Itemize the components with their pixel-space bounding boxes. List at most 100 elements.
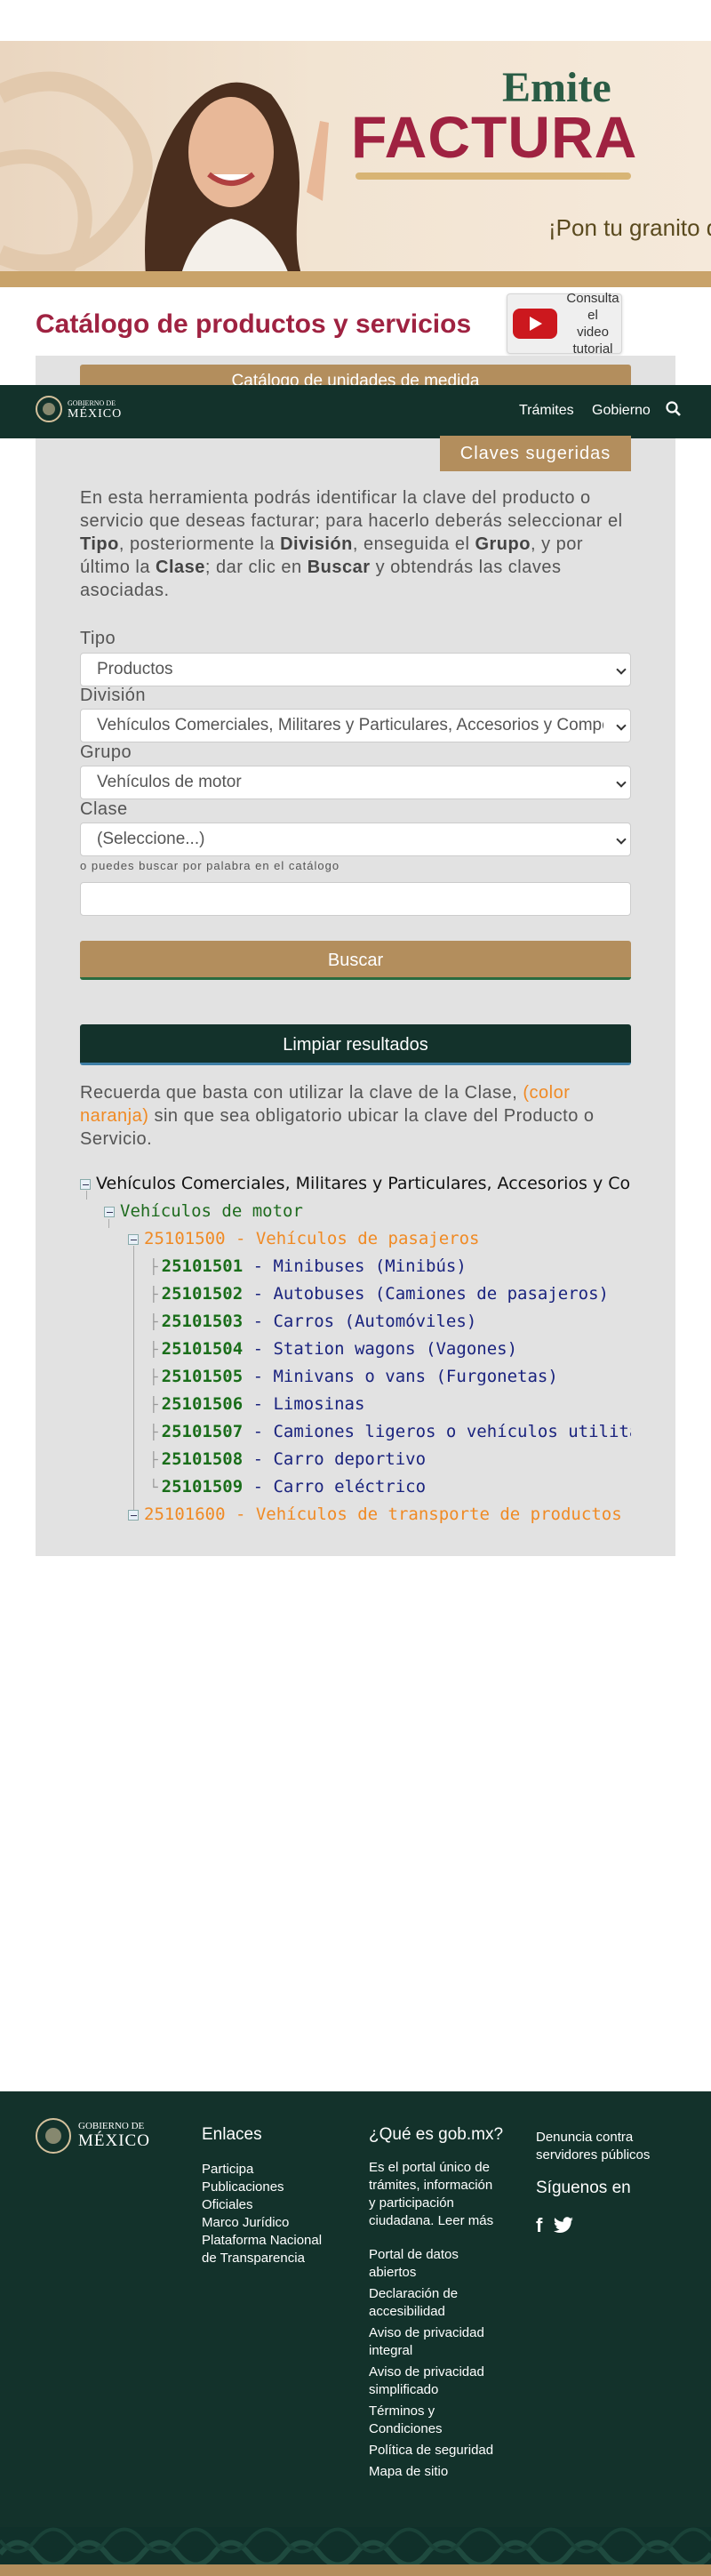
footer-enlaces: Enlaces Participa Publicaciones Oficiale… <box>202 2125 344 2267</box>
tree-item[interactable]: ├ 25101503 - Carros (Automóviles) <box>149 1312 476 1331</box>
search-icon[interactable] <box>665 400 683 418</box>
footer-link[interactable]: Portal de datos <box>369 2246 520 2264</box>
footer-decorative-pattern <box>0 2527 711 2564</box>
footer-link[interactable]: Declaración de <box>369 2285 520 2303</box>
footer-link[interactable]: Aviso de privacidad <box>369 2363 520 2381</box>
tipo-select[interactable]: Productos <box>80 653 631 686</box>
expand-node-icon[interactable] <box>128 1509 139 1521</box>
video-tutorial-button[interactable]: Consulta el video tutorial <box>507 291 622 357</box>
division-label: División <box>80 686 147 705</box>
facebook-icon[interactable]: f <box>536 2214 542 2237</box>
grupo-label: Grupo <box>80 742 132 762</box>
tree-item-desc: - Minivans o vans (Furgonetas) <box>243 1367 558 1386</box>
nav-link-gobierno[interactable]: Gobierno <box>592 403 651 419</box>
division-select[interactable]: Vehículos Comerciales, Militares y Parti… <box>80 709 631 742</box>
footer-logo-small: GOBIERNO DE <box>78 2121 145 2131</box>
footer-text: Es el portal único de <box>369 2160 490 2175</box>
tree-item-code: 25101502 <box>161 1284 244 1304</box>
intro-text: En esta herramienta podrás identificar l… <box>80 486 631 602</box>
recuerda-part: sin que sea obligatorio ubicar la clave … <box>80 1106 595 1149</box>
search-input[interactable] <box>80 882 631 916</box>
footer-link[interactable]: Términos y <box>369 2403 520 2420</box>
footer-denuncia-link[interactable]: servidores públicos <box>536 2147 687 2164</box>
gob-mx-logo[interactable]: GOBIERNO DE MÉXICO <box>36 396 122 422</box>
tree-item-code: 25101501 <box>161 1256 244 1276</box>
tree-division-node[interactable]: Vehículos Comerciales, Militares y Parti… <box>80 1174 631 1193</box>
tree-item[interactable]: ├ 25101502 - Autobuses (Camiones de pasaj… <box>149 1284 609 1304</box>
search-hint: o puedes buscar por palabra en el catálo… <box>80 859 340 872</box>
tree-branch-icon: ├ <box>149 1258 158 1275</box>
footer-link[interactable]: Oficiales <box>202 2196 344 2214</box>
collapse-node-icon[interactable] <box>128 1233 139 1245</box>
mexico-seal-icon <box>36 2118 71 2154</box>
tree-item[interactable]: └ 25101509 - Carro eléctrico <box>149 1477 426 1497</box>
tree-item-desc: - Minibuses (Minibús) <box>243 1256 467 1276</box>
footer-link[interactable]: simplificado <box>369 2381 520 2399</box>
intro-part: , enseguida el <box>352 534 475 554</box>
footer-link[interactable]: Mapa de sitio <box>369 2463 520 2481</box>
clase-select[interactable]: (Seleccione...) <box>80 823 631 856</box>
footer-link[interactable]: Publicaciones <box>202 2179 344 2196</box>
intro-part: ; dar clic en <box>204 558 308 577</box>
tree-connector <box>133 1246 134 1513</box>
tree-branch-icon: ├ <box>149 1368 158 1385</box>
intro-bold-division: División <box>280 534 353 554</box>
tree-clase-label: 25101500 - Vehículos de pasajeros <box>144 1229 480 1248</box>
tree-item[interactable]: ├ 25101504 - Station wagons (Vagones) <box>149 1339 517 1359</box>
tree-item[interactable]: ├ 25101508 - Carro deportivo <box>149 1449 426 1469</box>
footer-link[interactable]: Plataforma Nacional <box>202 2232 344 2250</box>
footer-link[interactable]: accesibilidad <box>369 2303 520 2321</box>
social-links: f <box>536 2214 574 2237</box>
tree-grupo-node[interactable]: Vehículos de motor <box>104 1201 303 1221</box>
intro-part: , posteriormente la <box>118 534 281 554</box>
intro-bold-grupo: Grupo <box>475 534 531 554</box>
collapse-node-icon[interactable] <box>104 1206 115 1217</box>
twitter-icon[interactable] <box>553 2217 574 2235</box>
tree-clase-node[interactable]: 25101500 - Vehículos de pasajeros <box>128 1229 480 1248</box>
footer-link[interactable]: de Transparencia <box>202 2250 344 2267</box>
footer-text: y participación <box>369 2195 454 2211</box>
banner-woman-image <box>145 82 329 287</box>
footer-gob-mx-logo[interactable]: GOBIERNO DE MÉXICO <box>36 2118 150 2154</box>
intro-bold-tipo: Tipo <box>80 534 119 554</box>
footer-text: trámites, información <box>369 2178 493 2193</box>
footer-siguenos: Síguenos en <box>536 2179 631 2197</box>
footer-denuncia-link[interactable]: Denuncia contra <box>536 2129 687 2147</box>
claves-sugeridas-button[interactable]: Claves sugeridas <box>440 436 631 471</box>
tree-item-code: 25101505 <box>161 1367 244 1386</box>
clase-select-value: (Seleccione...) <box>97 830 205 848</box>
chevron-down-icon <box>616 777 627 788</box>
footer-link[interactable]: Aviso de privacidad <box>369 2324 520 2342</box>
chevron-down-icon <box>616 664 627 675</box>
tree-item[interactable]: ├ 25101501 - Minibuses (Minibús) <box>149 1256 467 1276</box>
tree-clase-node[interactable]: 25101600 - Vehículos de transporte de pr… <box>128 1505 631 1524</box>
tree-item[interactable]: ├ 25101505 - Minivans o vans (Furgonetas) <box>149 1367 558 1386</box>
tree-branch-icon: ├ <box>149 1313 158 1330</box>
footer-denuncia: Denuncia contra servidores públicos Sígu… <box>536 2129 687 2198</box>
footer-link[interactable]: abiertos <box>369 2264 520 2282</box>
buscar-button[interactable]: Buscar <box>80 941 631 980</box>
limpiar-resultados-button[interactable]: Limpiar resultados <box>80 1024 631 1065</box>
collapse-node-icon[interactable] <box>80 1178 91 1190</box>
division-select-value: Vehículos Comerciales, Militares y Parti… <box>97 716 603 734</box>
footer-link[interactable]: integral <box>369 2342 520 2360</box>
tree-item-desc: - Carro deportivo <box>243 1449 427 1469</box>
tree-item[interactable]: ├ 25101506 - Limosinas <box>149 1394 364 1414</box>
footer-leer-mas-link[interactable]: ciudadana. Leer más <box>369 2212 520 2230</box>
tree-item[interactable]: ├ 25101507 - Camiones ligeros o vehículos… <box>149 1422 631 1441</box>
footer-gold-strip <box>0 2564 711 2576</box>
grupo-select[interactable]: Vehículos de motor <box>80 766 631 799</box>
footer-link[interactable]: Marco Jurídico <box>202 2214 344 2232</box>
footer-link[interactable]: Política de seguridad <box>369 2442 520 2460</box>
footer-link[interactable]: Participa <box>202 2161 344 2179</box>
mexico-seal-icon <box>36 396 62 422</box>
footer-enlaces-title: Enlaces <box>202 2125 262 2144</box>
youtube-play-icon <box>513 309 557 339</box>
recuerda-part: Recuerda que basta con utilizar la clave… <box>80 1083 523 1103</box>
tree-item-code: 25101508 <box>161 1449 244 1469</box>
tree-branch-icon: ├ <box>149 1396 158 1413</box>
footer-link[interactable]: Condiciones <box>369 2420 520 2438</box>
tipo-select-value: Productos <box>97 660 173 678</box>
nav-link-tramites[interactable]: Trámites <box>519 403 574 419</box>
banner-underline <box>356 173 631 180</box>
